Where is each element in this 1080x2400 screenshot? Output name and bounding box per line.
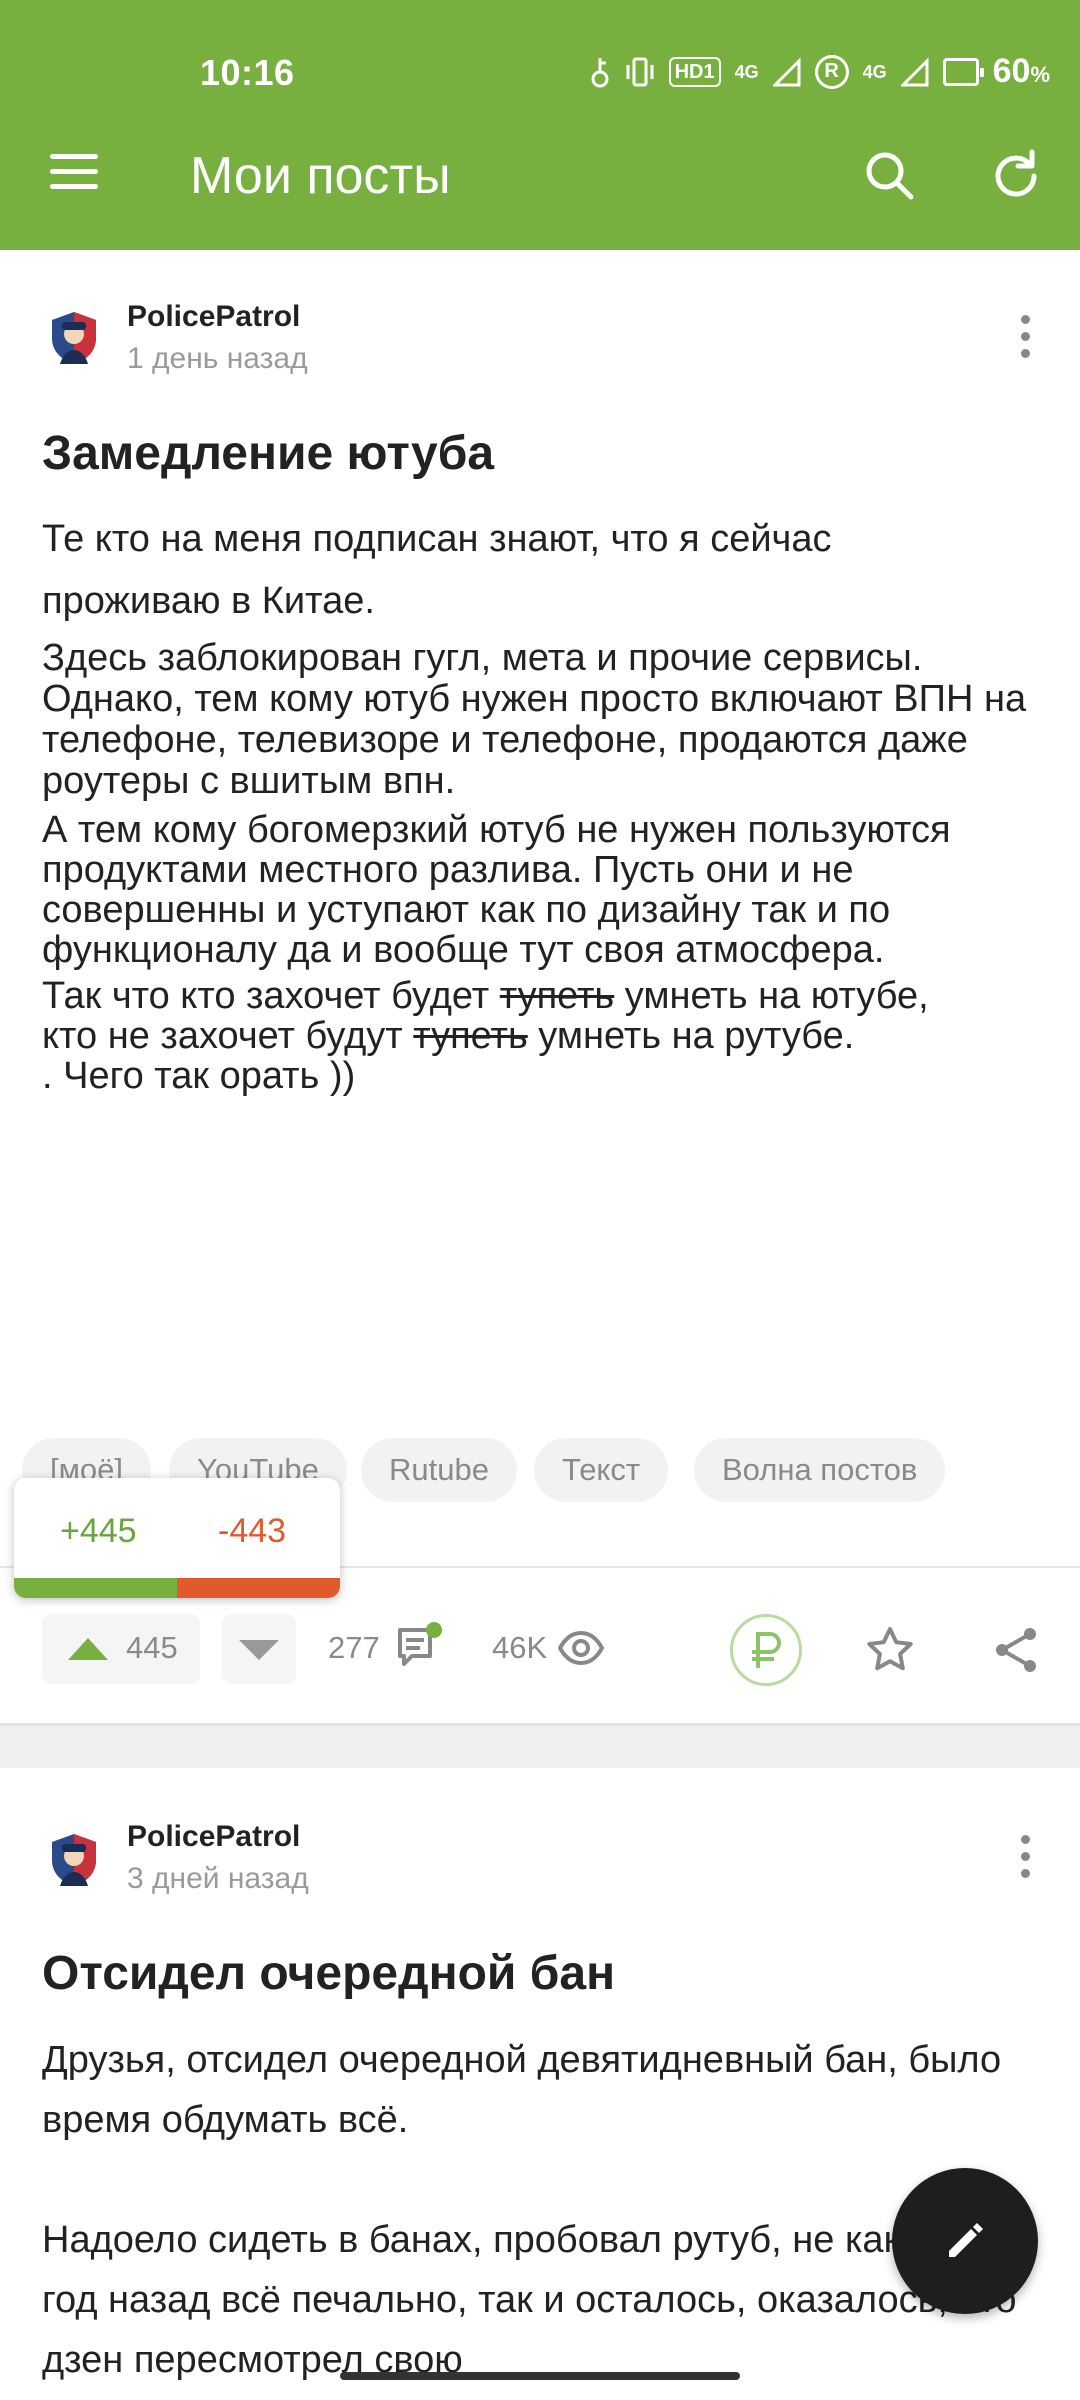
page-title: Мои посты [190,147,451,205]
post-line: . Чего так орать )) [42,1055,356,1097]
views-count: 46K [492,1630,548,1665]
key-icon [591,57,609,87]
struck-text: тупеть [413,1015,528,1057]
text: кто не захочет будут [42,1015,414,1057]
upvote-icon [68,1638,108,1660]
avatar[interactable] [44,308,104,368]
post-title[interactable]: Замедление ютуба [42,426,494,481]
status-icons: HD1 4G R 4G 60% [589,52,1050,91]
post-paragraph: А тем кому богомерзкий ютуб не нужен пол… [42,809,951,971]
signal-4g-label: 4G [734,61,759,82]
downvote-icon [239,1640,279,1660]
star-icon[interactable] [864,1624,916,1676]
author-name[interactable]: PolicePatrol [127,300,300,334]
signal-icon-2 [900,56,929,86]
rating-bar-negative [177,1578,340,1598]
comments-count[interactable]: 277 [328,1630,380,1666]
post-line: кто не захочет будут тупеть умнеть на ру… [42,1016,1042,1056]
upvote-button[interactable]: 445 [42,1614,200,1684]
rating-bar-positive [14,1578,177,1598]
text: Так что кто захочет будет [42,975,500,1017]
battery-icon [942,57,984,86]
post-body: Те кто на меня подписан знают, что я сей… [42,508,1042,1096]
comment-icon[interactable] [394,1620,446,1672]
post-body: Друзья, отсидел очередной девятидневный … [42,2030,1042,2390]
upvote-count: 445 [126,1630,178,1665]
vibrate-icon [626,57,654,86]
signal-icon [772,56,801,86]
new-post-button[interactable] [892,2168,1038,2314]
post-time: 3 дней назад [127,1862,309,1895]
post-paragraph: Здесь заблокирован гугл, мета и прочие с… [42,637,1027,802]
more-options-icon[interactable] [1010,1826,1040,1886]
search-icon[interactable] [860,146,920,206]
eye-icon [558,1630,604,1666]
signal-4g-label-2: 4G [862,61,887,82]
hd-badge: HD1 [668,56,721,87]
tag[interactable]: Rutube [361,1438,517,1502]
battery-percent: 60% [993,52,1050,91]
app-bar: 10:16 HD1 4G R 4G 60% Мои посты [0,0,1080,250]
refresh-icon[interactable] [986,146,1046,206]
battery-value: 60 [992,52,1031,90]
rating-minus: -443 [218,1512,287,1550]
post-time: 1 день назад [127,342,308,375]
post-paragraph: Те кто на меня подписан знают, что я сей… [42,518,832,622]
post-separator [0,1723,1080,1768]
post-title[interactable]: Отсидел очередной бан [42,1946,615,2001]
ruble-donate-icon[interactable] [730,1614,802,1686]
pencil-icon [949,2223,983,2257]
battery-unit: % [1030,62,1050,87]
downvote-button[interactable] [222,1614,296,1684]
tag[interactable]: Текст [534,1438,669,1502]
status-bar: 10:16 HD1 4G R 4G 60% [0,0,1080,150]
ruble-icon [752,1632,781,1668]
gesture-bar[interactable] [340,2372,740,2380]
hamburger-menu-icon[interactable] [50,154,98,194]
author-name[interactable]: PolicePatrol [127,1820,300,1854]
roaming-icon: R [814,54,849,89]
status-time: 10:16 [200,52,295,93]
text: умнеть на ютубе, [614,975,929,1017]
text: умнеть на рутубе. [527,1015,855,1057]
post-paragraph: Друзья, отсидел очередной девятидневный … [42,2039,1002,2141]
avatar[interactable] [44,1830,104,1890]
post-card: PolicePatrol 3 дней назад Отсидел очеред… [0,1768,1080,2400]
post-line: Так что кто захочет будет тупеть умнеть … [42,976,1042,1016]
tag[interactable]: Волна постов [694,1438,946,1502]
share-icon[interactable] [990,1624,1042,1676]
more-options-icon[interactable] [1010,306,1040,366]
struck-text: тупеть [499,975,615,1017]
rating-breakdown-popup: +445 -443 [14,1478,340,1598]
rating-plus: +445 [60,1512,137,1550]
